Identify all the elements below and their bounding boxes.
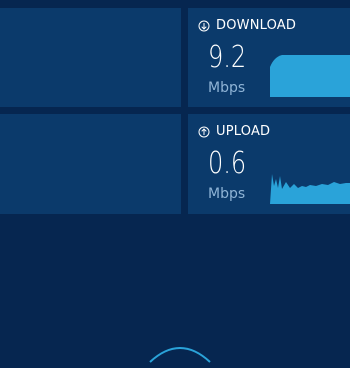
gauge-arc bbox=[149, 347, 211, 363]
download-header: DOWNLOAD bbox=[198, 18, 296, 33]
upload-header: UPLOAD bbox=[198, 124, 270, 139]
download-card: DOWNLOAD 9.2 Mbps bbox=[188, 8, 350, 107]
download-unit: Mbps bbox=[208, 80, 246, 96]
upload-card: UPLOAD 0.6 Mbps bbox=[188, 114, 350, 214]
left-panel-top bbox=[0, 8, 181, 107]
upload-sparkline bbox=[270, 174, 350, 204]
download-sparkline bbox=[270, 55, 350, 97]
upload-unit: Mbps bbox=[208, 186, 246, 202]
download-arrow-icon bbox=[198, 20, 210, 31]
download-value: 9.2 bbox=[208, 40, 247, 75]
upload-label: UPLOAD bbox=[216, 124, 271, 139]
left-panel-bottom bbox=[0, 114, 181, 214]
download-label: DOWNLOAD bbox=[216, 18, 297, 33]
upload-arrow-icon bbox=[198, 126, 210, 137]
upload-value: 0.6 bbox=[208, 146, 247, 181]
